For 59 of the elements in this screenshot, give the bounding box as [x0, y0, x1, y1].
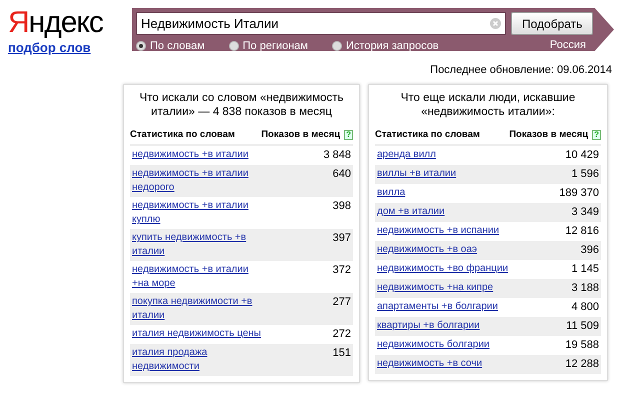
keyword-link[interactable]: покупка недвижимости +в италии [132, 295, 267, 323]
keyword-link[interactable]: недвижимость +на кипре [377, 281, 494, 296]
keyword-link[interactable]: недвижимость +в испании [377, 224, 500, 239]
radio-label[interactable]: История запросов [346, 38, 439, 54]
column-header: Показов в месяц [509, 128, 588, 142]
count-cell-text: 372 [332, 263, 351, 278]
search-button[interactable]: Подобрать [511, 12, 594, 35]
radio-label[interactable]: По словам [150, 38, 205, 54]
count-cell: 3 349 [571, 205, 599, 220]
search-field[interactable]: Недвижимость Италии [136, 12, 506, 35]
last-update-text: Последнее обновление: 09.06.2014 [430, 64, 612, 76]
keyword-link[interactable]: виллы +в италии [377, 167, 456, 182]
keyword-link[interactable]: недвижимость +в италии недорого [132, 167, 267, 195]
column-header: Показов в месяц [261, 128, 340, 142]
keyword-link[interactable]: апартаменты +в болгарии [377, 300, 498, 315]
count-cell: 272 [332, 327, 351, 342]
count-cell: 396 [580, 243, 599, 258]
column-header: Статистика по словам [375, 128, 480, 142]
keyword-link[interactable]: недвижимость +в сочи [377, 357, 482, 372]
keyword-link[interactable]: квартиры +в болгарии [377, 319, 480, 334]
search-value: Недвижимость Италии [141, 14, 280, 33]
count-cell: 12 288 [565, 357, 599, 372]
keyword-link[interactable]: недвижимость +во франции [377, 262, 508, 277]
count-cell-text: 398 [332, 199, 351, 214]
keyword-link[interactable]: купить недвижимость +в италии [132, 231, 267, 259]
keyword-link[interactable]: недвижимость +в оаэ [377, 243, 478, 258]
panel-title: Что еще искали люди, искавшие «недвижимость италии»: [400, 91, 576, 120]
radio-label[interactable]: По регионам [242, 38, 308, 54]
keyword-link[interactable]: недвижимость +в италии куплю [132, 199, 267, 227]
column-header: Статистика по словам [130, 128, 235, 142]
keyword-link[interactable]: аренда вилл [377, 148, 436, 163]
count-cell: 1 596 [571, 167, 599, 182]
radio-button[interactable] [228, 40, 239, 51]
keyword-link[interactable]: недвижимость +в италии [132, 148, 248, 163]
count-cell: 11 509 [566, 319, 599, 334]
radio-button[interactable] [332, 40, 342, 51]
count-cell: 12 816 [565, 224, 599, 239]
keyword-link[interactable]: дом +в италии [377, 205, 445, 220]
count-cell: 1 145 [571, 262, 599, 277]
count-cell: 4 800 [571, 300, 599, 315]
count-cell: 189 370 [559, 186, 599, 201]
count-cell-text: 151 [332, 346, 351, 361]
keyword-link[interactable]: недвижимость болгарии [377, 338, 490, 353]
keyword-link[interactable]: недвижимость +в италии +на море [132, 263, 267, 291]
count-cell-text: 640 [332, 167, 351, 182]
keyword-link[interactable]: италия недвижимость цены [132, 327, 261, 342]
keyword-link[interactable]: италия продажа недвижимости [132, 346, 267, 374]
logo[interactable]: Яндекс [8, 8, 108, 38]
count-cell: 19 588 [565, 338, 599, 353]
count-cell: 3 848 [323, 148, 351, 163]
keyword-link[interactable]: вилла [377, 186, 406, 201]
radio-button[interactable] [136, 40, 146, 51]
region-link[interactable]: Россия [550, 37, 586, 54]
count-cell-text: 277 [332, 295, 351, 310]
subtitle-link[interactable]: подбор слов [8, 40, 91, 55]
panel-title: Что искали со словом «недвижимость италии» — 4 838 показов в месяц [138, 91, 345, 120]
count-cell-text: 397 [332, 231, 351, 246]
count-cell: 10 429 [565, 148, 599, 163]
count-cell: 3 188 [571, 281, 599, 296]
